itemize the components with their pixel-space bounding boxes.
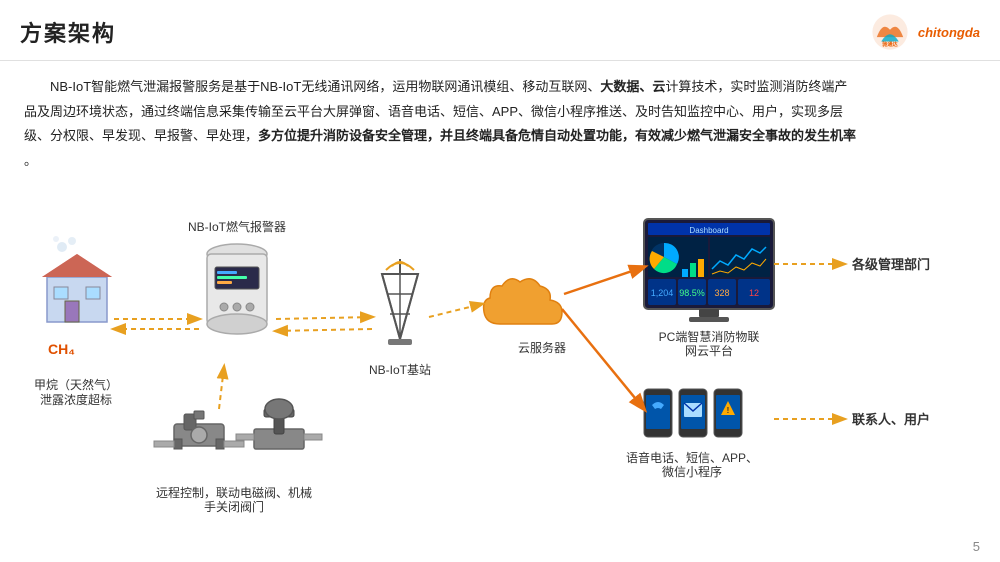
svg-text:NB-IoT基站: NB-IoT基站 [369, 363, 431, 377]
svg-text:!: ! [727, 406, 730, 415]
svg-text:网云平台: 网云平台 [685, 343, 733, 358]
svg-text:PC端智慧消防物联: PC端智慧消防物联 [659, 329, 760, 344]
architecture-diagram: CH₄ 甲烷（天然气） 泄露浓度超标 [24, 184, 984, 534]
logo-text: chitongda [918, 25, 980, 40]
svg-text:远程控制，联动电磁阀、机械: 远程控制，联动电磁阀、机械 [156, 485, 312, 500]
svg-text:语音电话、短信、APP、: 语音电话、短信、APP、 [626, 450, 758, 465]
page-title: 方案架构 [20, 16, 116, 48]
svg-text:微信小程序: 微信小程序 [662, 464, 722, 479]
svg-text:CH₄: CH₄ [48, 341, 75, 357]
svg-text:328: 328 [714, 288, 729, 298]
header: 方案架构 驰通达 chitongda [0, 0, 1000, 61]
main-content: NB-IoT智能燃气泄漏报警服务是基于NB-IoT无线通讯网络，运用物联网通讯模… [0, 61, 1000, 534]
svg-text:12: 12 [749, 288, 759, 298]
svg-text:云服务器: 云服务器 [518, 340, 566, 355]
svg-text:98.5%: 98.5% [679, 288, 705, 298]
svg-text:Dashboard: Dashboard [689, 226, 728, 235]
logo-area: 驰通达 chitongda [868, 10, 980, 54]
svg-text:联系人、用户: 联系人、用户 [852, 412, 930, 427]
svg-text:泄露浓度超标: 泄露浓度超标 [40, 392, 112, 407]
svg-text:1,204: 1,204 [651, 288, 674, 298]
diagram-svg: CH₄ 甲烷（天然气） 泄露浓度超标 [24, 184, 984, 534]
svg-text:NB-IoT燃气报警器: NB-IoT燃气报警器 [188, 219, 286, 234]
svg-text:手关闭阀门: 手关闭阀门 [204, 499, 264, 514]
description-text: NB-IoT智能燃气泄漏报警服务是基于NB-IoT无线通讯网络，运用物联网通讯模… [24, 75, 976, 174]
svg-text:各级管理部门: 各级管理部门 [851, 257, 930, 272]
svg-text:甲烷（天然气）: 甲烷（天然气） [34, 377, 118, 392]
logo-icon: 驰通达 [868, 10, 912, 54]
page-number: 5 [973, 539, 980, 554]
